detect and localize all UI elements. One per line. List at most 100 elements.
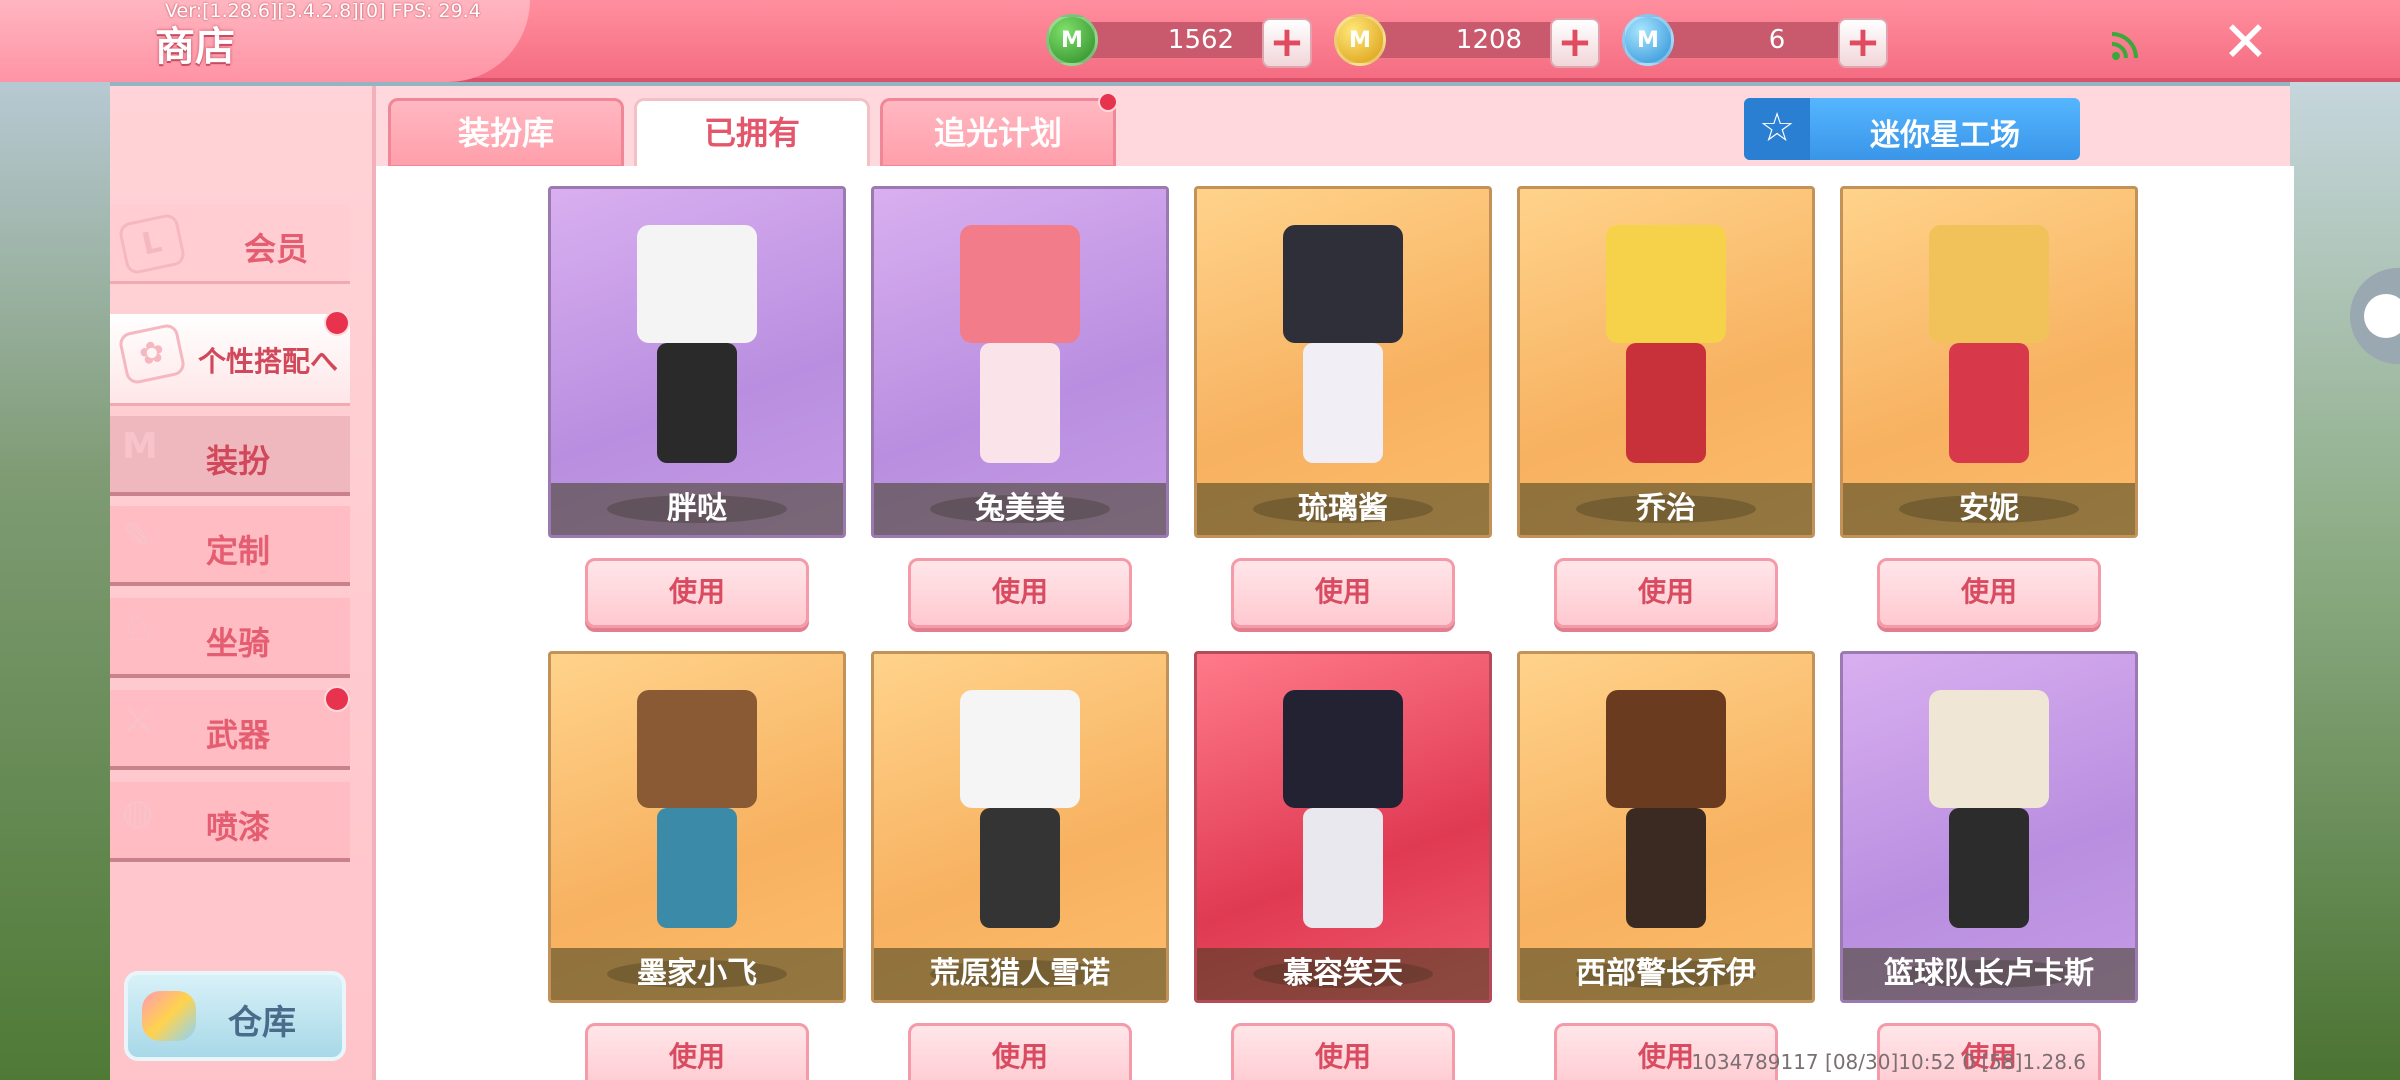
use-button[interactable]: 使用	[1554, 558, 1778, 628]
character-body	[1949, 343, 2029, 463]
character-head	[637, 690, 757, 808]
character-figure	[622, 225, 772, 487]
outfit-card[interactable]: 篮球队长卢卡斯	[1840, 651, 2138, 1003]
character-body	[1303, 343, 1383, 463]
add-gem-button[interactable]: +	[1262, 18, 1312, 68]
notification-dot	[1098, 92, 1118, 112]
sidebar-item-outfit[interactable]: M 装扮	[110, 416, 350, 496]
character-head	[1283, 690, 1403, 808]
outfit-name: 墨家小飞	[551, 948, 843, 1000]
outfit-card[interactable]: 西部警长乔伊	[1517, 651, 1815, 1003]
notification-dot	[324, 686, 350, 712]
character-body	[657, 808, 737, 928]
character-body	[1626, 808, 1706, 928]
add-coin-button[interactable]: +	[1550, 18, 1600, 68]
use-button[interactable]: 使用	[585, 558, 809, 628]
outfit-name: 荒原猎人雪诺	[874, 948, 1166, 1000]
sidebar-item-personal-style[interactable]: ✿ 个性搭配へ	[110, 310, 350, 406]
page-title: 商店	[155, 24, 235, 70]
gold-coin-icon: M	[1334, 14, 1386, 66]
use-button[interactable]: 使用	[908, 1023, 1132, 1080]
character-figure	[1914, 225, 2064, 487]
owned-items-grid: 胖哒 使用 兔美美 使用 琉璃酱 使用 乔治 使用 安妮 使用 墨家小飞 使用 荒原猎人雪诺 使用 慕容笑天…	[376, 166, 2294, 1080]
notification-dot	[324, 310, 350, 336]
character-figure	[1914, 690, 2064, 952]
spray-can-icon: ◍	[122, 792, 154, 833]
character-head	[960, 690, 1080, 808]
mini-star-workshop-button[interactable]: ☆ 迷你星工场	[1744, 98, 2080, 160]
blue-star-coin-icon: M	[1622, 14, 1674, 66]
tab-owned[interactable]: 已拥有	[634, 98, 870, 172]
gun-icon: ⚔	[122, 700, 155, 741]
warehouse-button[interactable]: 仓库	[124, 971, 346, 1061]
use-button[interactable]: 使用	[908, 558, 1132, 628]
outfit-card[interactable]: 乔治	[1517, 186, 1815, 538]
sidebar-item-weapon[interactable]: ⚔ 武器	[110, 686, 350, 770]
close-button[interactable]: ✕	[2222, 10, 2269, 75]
vip-icon: L	[117, 212, 187, 276]
outfit-card[interactable]: 慕容笑天	[1194, 651, 1492, 1003]
debug-info: 1034789117 [08/30]10:52 0 [58]1.28.6	[1691, 1050, 2086, 1074]
outfit-card[interactable]: 墨家小飞	[548, 651, 846, 1003]
character-head	[1606, 225, 1726, 343]
top-bar: Ver:[1.28.6][3.4.2.8][0] FPS: 29.4 商店 M …	[0, 0, 2400, 82]
character-figure	[945, 690, 1095, 952]
character-figure	[1591, 225, 1741, 487]
character-figure	[1591, 690, 1741, 952]
outfit-name: 慕容笑天	[1197, 948, 1489, 1000]
character-head	[1606, 690, 1726, 808]
outfit-name: 篮球队长卢卡斯	[1843, 948, 2135, 1000]
sidebar-item-custom[interactable]: ✎ 定制	[110, 506, 350, 586]
outfit-card[interactable]: 荒原猎人雪诺	[871, 651, 1169, 1003]
character-body	[980, 808, 1060, 928]
star-icon: ☆	[1744, 98, 1810, 160]
main-panel: 装扮库 已拥有 追光计划 ☆ 迷你星工场 胖哒使用 兔美美使用 琉璃酱使用 乔治使用 安…	[372, 86, 2294, 1080]
green-gem-icon: M	[1046, 14, 1098, 66]
signal-icon	[2111, 32, 2138, 60]
character-figure	[1268, 225, 1418, 487]
outfit-name: 胖哒	[551, 483, 843, 535]
outfit-name: 琉璃酱	[1197, 483, 1489, 535]
use-button[interactable]: 使用	[1877, 558, 2101, 628]
character-figure	[1268, 690, 1418, 952]
character-head	[1283, 225, 1403, 343]
tab-dress-library[interactable]: 装扮库	[388, 98, 624, 168]
outfit-card[interactable]: 兔美美	[871, 186, 1169, 538]
character-body	[1949, 808, 2029, 928]
character-body	[1303, 808, 1383, 928]
brush-icon: ✎	[122, 516, 153, 557]
outfit-name: 西部警长乔伊	[1520, 948, 1812, 1000]
background-left	[0, 80, 110, 1080]
coin-count: 1208	[1455, 25, 1523, 55]
add-star-coin-button[interactable]: +	[1838, 18, 1888, 68]
character-figure	[622, 690, 772, 952]
character-body	[657, 343, 737, 463]
badge-icon: ✿	[117, 322, 187, 386]
use-button[interactable]: 使用	[585, 1023, 809, 1080]
use-button[interactable]: 使用	[1231, 558, 1455, 628]
outfit-name: 乔治	[1520, 483, 1812, 535]
sidebar-item-member[interactable]: L 会员	[110, 204, 350, 284]
tab-chase-light[interactable]: 追光计划	[880, 98, 1116, 168]
character-figure	[945, 225, 1095, 487]
star-coin-count: 6	[1768, 25, 1786, 55]
character-head	[637, 225, 757, 343]
outfit-name: 安妮	[1843, 483, 2135, 535]
sidebar: L 会员 ✿ 个性搭配へ M 装扮 ✎ 定制 ♘ 坐骑 ⚔ 武器 ◍ 喷漆 仓库	[110, 86, 372, 1080]
character-head	[1929, 690, 2049, 808]
character-body	[1626, 343, 1706, 463]
character-body	[980, 343, 1060, 463]
gem-count: 1562	[1167, 25, 1235, 55]
outfit-card[interactable]: 胖哒	[548, 186, 846, 538]
outfit-card[interactable]: 琉璃酱	[1194, 186, 1492, 538]
outfit-name: 兔美美	[874, 483, 1166, 535]
use-button[interactable]: 使用	[1231, 1023, 1455, 1080]
character-head	[960, 225, 1080, 343]
shirt-icon: M	[122, 426, 158, 467]
outfit-card[interactable]: 安妮	[1840, 186, 2138, 538]
sidebar-item-spray[interactable]: ◍ 喷漆	[110, 782, 350, 862]
background-right	[2290, 80, 2400, 1080]
sidebar-item-mount[interactable]: ♘ 坐骑	[110, 598, 350, 678]
character-head	[1929, 225, 2049, 343]
warehouse-icon	[142, 991, 196, 1041]
